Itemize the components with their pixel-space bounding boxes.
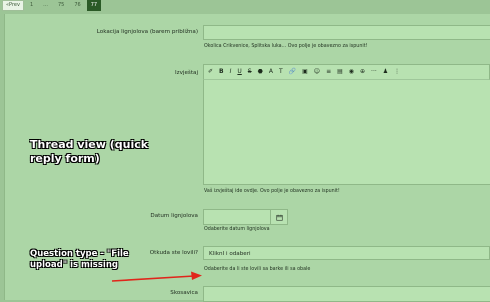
arrow-head-icon bbox=[191, 271, 202, 280]
annotation-arrow bbox=[111, 271, 202, 282]
